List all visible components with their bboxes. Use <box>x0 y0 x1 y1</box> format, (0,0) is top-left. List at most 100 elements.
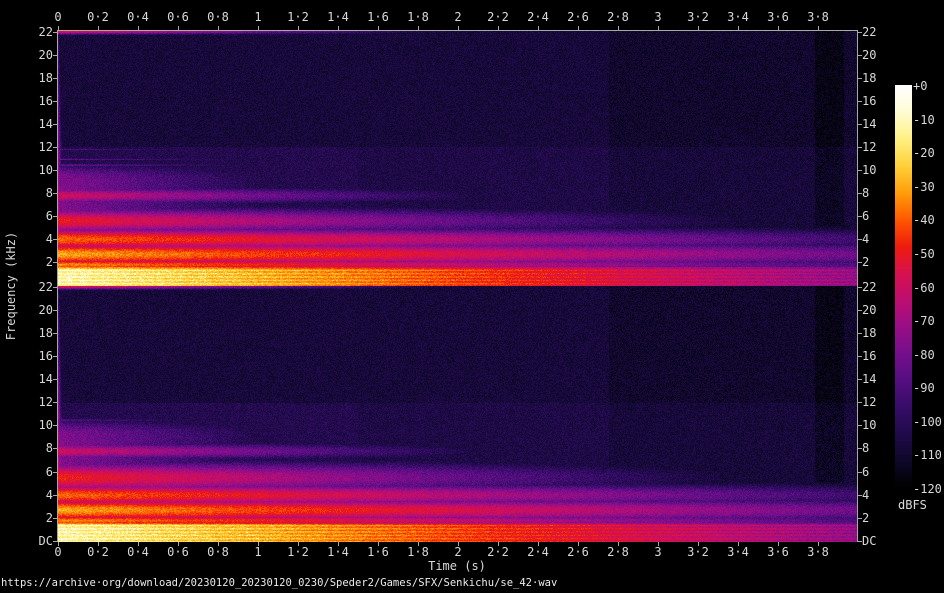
colorbar-tick-label: -40 <box>913 213 935 227</box>
time-tick <box>338 26 339 30</box>
colorbar-tick-label: -10 <box>913 113 935 127</box>
time-tick-label: 1·4 <box>327 10 349 24</box>
time-tick <box>778 26 779 30</box>
time-tick-label: 1·2 <box>287 10 309 24</box>
time-tick-label: 3·2 <box>687 545 709 559</box>
time-tick-label: 1·6 <box>367 545 389 559</box>
freq-tick <box>53 78 57 79</box>
freq-tick <box>53 32 57 33</box>
freq-tick-label: 10 <box>38 418 53 432</box>
time-tick-label: 1·8 <box>407 545 429 559</box>
time-tick <box>458 26 459 30</box>
freq-tick-label: 2 <box>45 255 53 269</box>
time-tick <box>138 26 139 30</box>
colorbar-tick-label: -80 <box>913 348 935 362</box>
colorbar-tick-label: -100 <box>913 415 942 429</box>
freq-tick-label: 18 <box>38 71 53 85</box>
freq-tick-label: 6 <box>862 465 870 479</box>
freq-tick-label: 14 <box>38 117 53 131</box>
time-tick-label: 1 <box>254 545 262 559</box>
freq-tick-label: 6 <box>45 209 53 223</box>
freq-tick-label: 18 <box>38 326 53 340</box>
time-tick-label: 0·4 <box>127 545 149 559</box>
freq-tick <box>53 333 57 334</box>
freq-tick-label: 14 <box>862 117 877 131</box>
time-tick-label: 2·8 <box>607 545 629 559</box>
freq-tick-label: 18 <box>862 326 877 340</box>
spectrogram-canvas <box>58 31 857 542</box>
freq-tick-label: DC <box>38 534 53 548</box>
time-tick-label: 3·4 <box>727 545 749 559</box>
freq-tick-label: 4 <box>862 488 870 502</box>
time-tick <box>58 26 59 30</box>
freq-tick-label: 8 <box>862 186 870 200</box>
colorbar-tick-label: +0 <box>913 79 928 93</box>
freq-tick-label: 6 <box>862 209 870 223</box>
colorbar-tick-label: -110 <box>913 448 942 462</box>
time-tick <box>698 26 699 30</box>
freq-tick <box>53 472 57 473</box>
time-tick <box>258 26 259 30</box>
freq-tick <box>53 101 57 102</box>
time-tick-label: 0·8 <box>207 545 229 559</box>
time-tick <box>618 26 619 30</box>
freq-tick-label: 16 <box>862 94 877 108</box>
freq-tick-label: 18 <box>862 71 877 85</box>
time-tick-label: 1·6 <box>367 10 389 24</box>
time-tick <box>378 26 379 30</box>
right-axis-line <box>857 30 858 542</box>
time-tick <box>818 26 819 30</box>
time-tick <box>538 26 539 30</box>
time-tick-label: 0·2 <box>87 10 109 24</box>
freq-tick-label: 22 <box>862 25 877 39</box>
time-tick-label: 2·2 <box>487 545 509 559</box>
freq-tick-label: 22 <box>38 280 53 294</box>
time-tick-label: 0 <box>54 545 62 559</box>
freq-tick-label: 14 <box>38 372 53 386</box>
freq-tick-label: 10 <box>862 418 877 432</box>
time-tick-label: 2·6 <box>567 10 589 24</box>
freq-tick-label: 20 <box>38 303 53 317</box>
time-tick-label: 0·6 <box>167 545 189 559</box>
time-tick-label: 3·6 <box>767 545 789 559</box>
time-tick-label: 2·8 <box>607 10 629 24</box>
colorbar-tick-label: -120 <box>913 482 942 496</box>
freq-tick-label: 4 <box>45 232 53 246</box>
freq-tick <box>53 170 57 171</box>
freq-tick-label: 22 <box>862 280 877 294</box>
time-tick <box>218 26 219 30</box>
freq-tick <box>53 287 57 288</box>
time-tick-label: 0·8 <box>207 10 229 24</box>
freq-tick-label: 22 <box>38 25 53 39</box>
colorbar-gradient <box>895 85 912 488</box>
time-tick-label: 1·2 <box>287 545 309 559</box>
time-tick <box>418 26 419 30</box>
freq-tick-label: 8 <box>862 441 870 455</box>
freq-tick-label: 20 <box>38 48 53 62</box>
freq-tick <box>53 425 57 426</box>
freq-tick <box>53 55 57 56</box>
freq-tick <box>53 193 57 194</box>
freq-tick <box>53 379 57 380</box>
spectrogram-figure: Frequency (kHz) Time (s) dBFS https://ar… <box>0 0 944 593</box>
time-tick-label: 3·8 <box>807 10 829 24</box>
freq-tick-label: 10 <box>38 163 53 177</box>
freq-tick-label: 16 <box>38 94 53 108</box>
freq-tick <box>53 448 57 449</box>
freq-tick-label: DC <box>862 534 877 548</box>
time-tick-label: 3·8 <box>807 545 829 559</box>
freq-tick <box>53 541 57 542</box>
freq-tick <box>53 147 57 148</box>
freq-tick <box>53 216 57 217</box>
time-tick <box>498 26 499 30</box>
freq-tick-label: 8 <box>45 441 53 455</box>
freq-tick-label: 2 <box>862 511 870 525</box>
time-tick-label: 3·4 <box>727 10 749 24</box>
freq-tick <box>53 262 57 263</box>
url-caption: https://archive·org/download/20230120_20… <box>1 577 558 589</box>
freq-tick-label: 2 <box>45 511 53 525</box>
freq-tick-label: 8 <box>45 186 53 200</box>
time-tick-label: 3·6 <box>767 10 789 24</box>
freq-tick-label: 12 <box>862 140 877 154</box>
freq-tick <box>53 518 57 519</box>
